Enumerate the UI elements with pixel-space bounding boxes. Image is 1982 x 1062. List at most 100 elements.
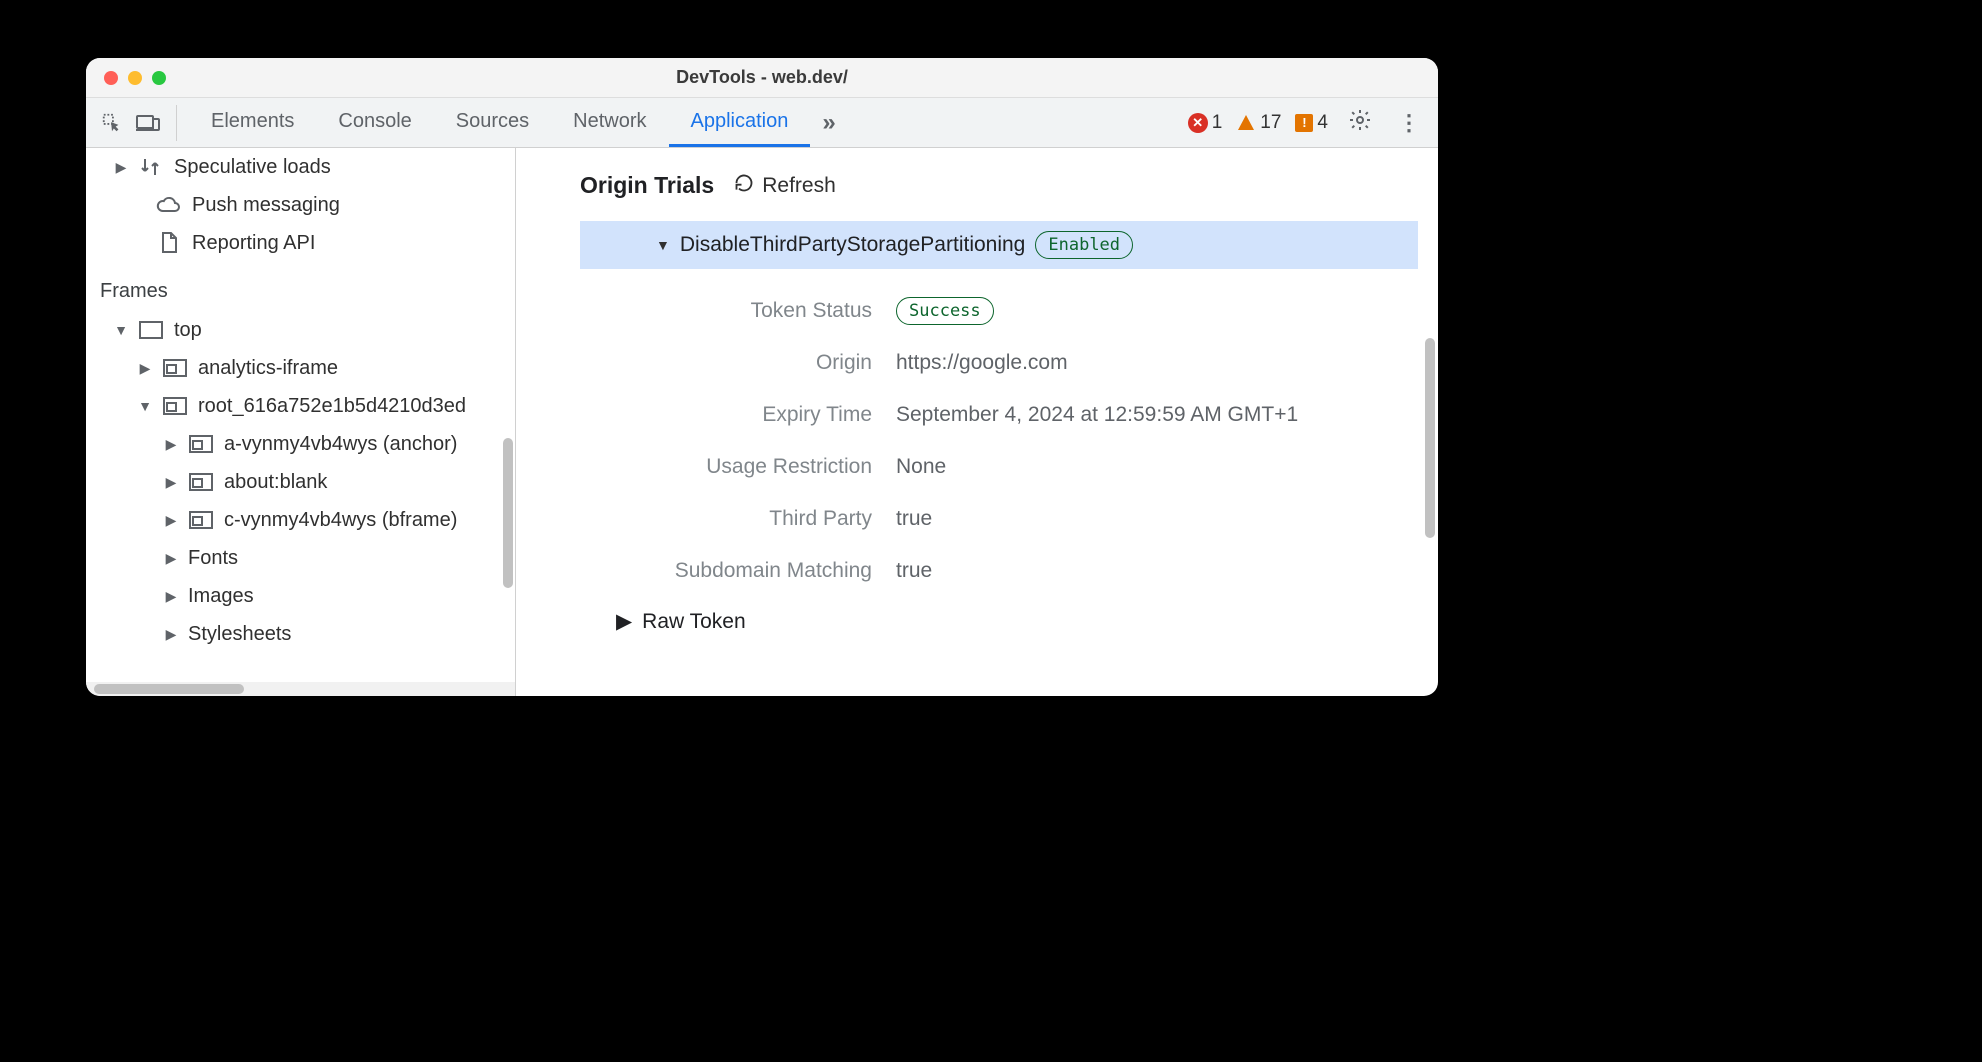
chevron-icon: ▶	[164, 474, 178, 491]
main: ▶ Speculative loads Push messagingReportin…	[86, 148, 1438, 696]
content-pane: Origin Trials Refresh ▼ DisableThirdPart…	[516, 148, 1438, 696]
warning-count: 17	[1260, 112, 1281, 134]
detail-row: Expiry TimeSeptember 4, 2024 at 12:59:59…	[580, 389, 1438, 441]
devtools-window: DevTools - web.dev/ Elements Console S	[86, 58, 1438, 696]
frame-item-label: root_616a752e1b5d4210d3ed	[198, 395, 466, 418]
error-counter[interactable]: ✕ 1	[1188, 112, 1223, 134]
frame-item-label: a-vynmy4vb4wys (anchor)	[224, 433, 457, 456]
refresh-button[interactable]: Refresh	[734, 173, 836, 199]
settings-icon[interactable]	[1342, 108, 1378, 137]
issue-icon: !	[1295, 114, 1313, 132]
cloud-icon	[156, 194, 182, 216]
detail-row: Token StatusSuccess	[580, 285, 1438, 337]
tab-sources[interactable]: Sources	[434, 98, 551, 147]
chevron-icon: ▶	[164, 626, 178, 643]
toolbar-left	[98, 105, 177, 141]
chevron-icon: ▶	[164, 588, 178, 605]
sidebar-vertical-scrollbar[interactable]	[503, 438, 513, 588]
frame-item[interactable]: ▶ Stylesheets	[86, 615, 515, 653]
content-title: Origin Trials	[580, 172, 714, 199]
chevron-icon: ▶	[164, 512, 178, 529]
minimize-button[interactable]	[128, 71, 142, 85]
status-pill: Success	[896, 297, 994, 325]
frame-item[interactable]: ▶ Fonts	[86, 539, 515, 577]
sidebar-item-reporting-api[interactable]: Reporting API	[86, 224, 515, 262]
warning-counter[interactable]: 17	[1236, 112, 1281, 134]
panel-tabs: Elements Console Sources Network Applica…	[189, 98, 848, 147]
iframe-icon	[188, 509, 214, 531]
frame-item-label: analytics-iframe	[198, 357, 338, 380]
detail-key: Origin	[580, 351, 896, 375]
file-icon	[156, 232, 182, 254]
issue-count: 4	[1317, 112, 1328, 134]
more-menu-icon[interactable]: ⋮	[1392, 110, 1426, 136]
iframe-icon	[188, 471, 214, 493]
chevron-icon: ▶	[164, 550, 178, 567]
detail-key: Expiry Time	[580, 403, 896, 427]
frame-item[interactable]: ▶ c-vynmy4vb4wys (bframe)	[86, 501, 515, 539]
raw-token-label: Raw Token	[642, 610, 746, 634]
detail-row: Subdomain Matchingtrue	[580, 545, 1438, 597]
chevron-icon: ▼	[114, 322, 128, 338]
trial-details: Token StatusSuccessOriginhttps://google.…	[516, 285, 1438, 597]
frame-item[interactable]: ▶ Images	[86, 577, 515, 615]
tab-elements[interactable]: Elements	[189, 98, 316, 147]
chevron-icon: ▼	[138, 398, 152, 414]
frame-item-label: about:blank	[224, 471, 327, 494]
chevron-down-icon: ▼	[656, 237, 670, 253]
sidebar-item-speculative-loads[interactable]: ▶ Speculative loads	[86, 148, 515, 186]
error-count: 1	[1212, 112, 1223, 134]
trial-status-badge: Enabled	[1035, 231, 1133, 259]
frame-icon	[138, 319, 164, 341]
inspect-icon[interactable]	[98, 109, 126, 137]
iframe-icon	[188, 433, 214, 455]
frames-heading: Frames	[86, 262, 515, 311]
sidebar-horizontal-scrollbar[interactable]	[86, 682, 515, 696]
detail-row: Originhttps://google.com	[580, 337, 1438, 389]
detail-key: Subdomain Matching	[580, 559, 896, 583]
frame-item[interactable]: ▼ root_616a752e1b5d4210d3ed	[86, 387, 515, 425]
titlebar: DevTools - web.dev/	[86, 58, 1438, 98]
window-title: DevTools - web.dev/	[86, 67, 1438, 88]
iframe-icon	[162, 395, 188, 417]
frame-item[interactable]: ▶ a-vynmy4vb4wys (anchor)	[86, 425, 515, 463]
detail-key: Usage Restriction	[580, 455, 896, 479]
iframe-icon	[162, 357, 188, 379]
detail-value: September 4, 2024 at 12:59:59 AM GMT+1	[896, 403, 1298, 427]
detail-row: Third Partytrue	[580, 493, 1438, 545]
warning-icon	[1236, 113, 1256, 133]
sidebar-item-label: Speculative loads	[174, 156, 331, 179]
toolbar-right: ✕ 1 17 ! 4 ⋮	[1188, 108, 1426, 137]
close-button[interactable]	[104, 71, 118, 85]
device-toggle-icon[interactable]	[134, 109, 162, 137]
maximize-button[interactable]	[152, 71, 166, 85]
frame-item[interactable]: ▼top	[86, 311, 515, 349]
tab-console[interactable]: Console	[316, 98, 433, 147]
raw-token-toggle[interactable]: ▶ Raw Token	[516, 609, 1438, 634]
chevron-icon: ▶	[138, 360, 152, 377]
frame-item-label: Stylesheets	[188, 623, 291, 646]
frame-item[interactable]: ▶ analytics-iframe	[86, 349, 515, 387]
chevron-icon: ▶	[114, 159, 128, 176]
frame-item-label: Fonts	[188, 547, 238, 570]
tab-network[interactable]: Network	[551, 98, 668, 147]
refresh-label: Refresh	[762, 174, 836, 198]
trial-name: DisableThirdPartyStoragePartitioning	[680, 233, 1026, 257]
content-vertical-scrollbar[interactable]	[1425, 338, 1435, 538]
refresh-icon	[734, 173, 754, 199]
frame-item-label: c-vynmy4vb4wys (bframe)	[224, 509, 457, 532]
content-header: Origin Trials Refresh	[516, 172, 1438, 199]
tab-application[interactable]: Application	[669, 98, 811, 147]
detail-value: true	[896, 559, 932, 583]
issue-counter[interactable]: ! 4	[1295, 112, 1328, 134]
chevron-icon: ▶	[164, 436, 178, 453]
frame-item-label: Images	[188, 585, 254, 608]
toolbar: Elements Console Sources Network Applica…	[86, 98, 1438, 148]
detail-row: Usage RestrictionNone	[580, 441, 1438, 493]
detail-value: https://google.com	[896, 351, 1068, 375]
more-tabs-icon[interactable]: »	[810, 109, 847, 137]
origin-trial-row[interactable]: ▼ DisableThirdPartyStoragePartitioning E…	[580, 221, 1418, 269]
sidebar-item-push-messaging[interactable]: Push messaging	[86, 186, 515, 224]
frame-item[interactable]: ▶ about:blank	[86, 463, 515, 501]
scrollbar-thumb[interactable]	[94, 684, 244, 694]
